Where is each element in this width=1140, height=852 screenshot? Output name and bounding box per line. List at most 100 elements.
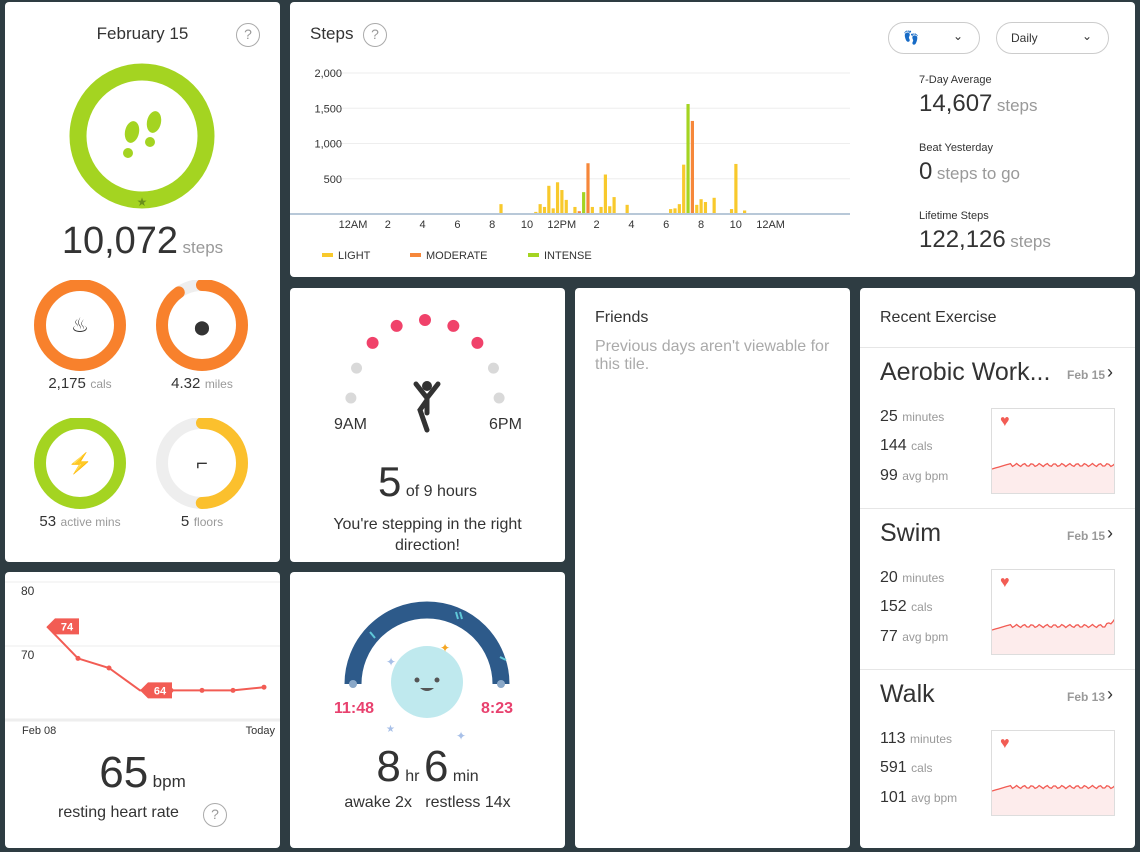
chevron-right-icon[interactable]: › <box>1107 362 1113 383</box>
stat-cals[interactable]: ♨ 2,175 cals <box>20 279 140 420</box>
sparkle-icon: ✦ <box>386 655 396 669</box>
exercise-item[interactable]: Aerobic Work... Feb 15 › 25 minutes 144 … <box>860 347 1135 508</box>
inactive-hour-dot <box>487 362 499 374</box>
chevron-down-icon: ⌄ <box>1081 29 1092 43</box>
chevron-right-icon[interactable]: › <box>1107 684 1113 705</box>
friends-message: Previous days aren't viewable for this t… <box>595 338 830 373</box>
bar-light <box>608 206 612 214</box>
bar-light <box>625 204 629 214</box>
exercise-bpm: 77 avg bpm <box>880 628 949 645</box>
help-button[interactable]: ? <box>203 803 227 827</box>
bar-light <box>573 206 577 214</box>
bar-light <box>603 174 607 214</box>
stat-floors[interactable]: ⌐ 5 floors <box>142 417 262 558</box>
heart-icon: ♥ <box>1000 574 1010 591</box>
exercise-minutes: 20 minutes <box>880 569 945 586</box>
recent-exercise-card: Recent Exercise Aerobic Work... Feb 15 ›… <box>860 288 1135 848</box>
start-hour: 9AM <box>334 416 367 433</box>
bar-light <box>590 206 594 214</box>
hours-count: 5 of 9 hours <box>378 458 477 505</box>
footprints-icon <box>123 111 162 158</box>
heart-label: resting heart rate <box>58 804 179 821</box>
heart-rate-card[interactable]: 80 70 74 64 Feb 08 Today 65 bpm resting heart… <box>5 572 280 848</box>
goal-star-icon: ★ <box>137 195 148 209</box>
y-tick-label: 500 <box>324 174 342 186</box>
y-tick-label: 2,000 <box>314 68 342 80</box>
stat-active-mins[interactable]: ⚡ 53 active mins <box>20 417 140 558</box>
heart-rate-mini-chart: ♥ <box>991 408 1116 494</box>
sparkle-icon: ✦ <box>440 641 450 655</box>
x-tick-label: 4 <box>628 219 634 231</box>
inactive-hour-dot <box>493 392 505 404</box>
exercise-cals: 144 cals <box>880 437 933 454</box>
sparkle-icon: ✦ <box>456 729 466 742</box>
exercise-item[interactable]: Walk Feb 13 › 113 minutes 591 cals 101 a… <box>860 669 1135 830</box>
x-tick-label: 6 <box>663 219 669 231</box>
inactive-hour-dot <box>351 362 363 374</box>
seven-day-average: 7-Day Average 14,607 steps <box>919 74 1038 117</box>
exercise-name: Walk <box>880 680 935 708</box>
steps-total: 10,072 steps <box>61 220 224 262</box>
flame-icon: ♨ <box>71 315 89 337</box>
x-tick-label: 8 <box>489 219 495 231</box>
location-pin-icon: ⬤ <box>194 319 210 336</box>
exercise-bpm: 101 avg bpm <box>880 789 958 806</box>
lifetime-steps: Lifetime Steps 122,126 steps <box>919 210 1051 253</box>
exercise-cals: 591 cals <box>880 759 933 776</box>
inactive-hour-dot <box>345 392 357 404</box>
x-tick-label: 6 <box>454 219 460 231</box>
x-tick-label: 12AM <box>339 219 368 231</box>
stat-ring: ⚡ <box>34 417 126 509</box>
exercise-name: Swim <box>880 519 942 547</box>
bar-light <box>560 190 564 214</box>
x-start-label: Feb 08 <box>22 725 56 737</box>
bar-light <box>499 204 503 214</box>
activity-type-dropdown[interactable]: 👣 ⌄ <box>888 22 980 54</box>
daily-summary-card: February 15 ? ★ 10,072 steps ♨ 2,175 cal… <box>5 2 280 562</box>
steps-ring[interactable]: ★ <box>62 60 222 220</box>
stat-miles[interactable]: ⬤ 4.32 miles <box>142 279 262 420</box>
resting-heart-rate: 65 bpm <box>99 748 186 797</box>
y-tick-label: 1,500 <box>314 103 342 115</box>
exercise-date: Feb 13 <box>1066 690 1105 704</box>
steps-bar-chart: 2,000 1,500 1,000 500 12AM 2 4 6 8 10 12PM 2 4 6 8 10 12… <box>290 68 850 262</box>
moon-icon <box>391 646 463 718</box>
exercise-name: Aerobic Work... <box>880 358 1051 386</box>
active-hour-dot <box>390 319 403 332</box>
legend-label: INTENSE <box>544 250 592 262</box>
help-button[interactable]: ? <box>236 23 260 47</box>
x-tick-label: 2 <box>594 219 600 231</box>
exercise-cals: 152 cals <box>880 598 933 615</box>
sleep-card[interactable]: ✦ ✦ ★ ✦ 11:48 8:23 8 hr 6 min awake 2x r… <box>290 572 565 848</box>
active-hour-dot <box>419 314 431 326</box>
help-button[interactable]: ? <box>363 23 387 47</box>
exercise-date: Feb 15 <box>1066 529 1105 543</box>
exercise-title: Recent Exercise <box>880 309 997 326</box>
exercise-minutes: 113 minutes <box>880 730 952 747</box>
friends-card[interactable]: Friends Previous days aren't viewable fo… <box>575 288 850 848</box>
active-hour-dot <box>471 336 484 349</box>
bar-light <box>599 206 603 214</box>
heart-value-label: 74 <box>61 621 74 633</box>
bar-light <box>682 164 686 214</box>
bar-light <box>712 197 716 214</box>
legend-swatch <box>322 253 333 257</box>
x-end-label: Today <box>246 725 276 737</box>
x-tick-label: 12PM <box>547 219 576 231</box>
lightning-icon: ⚡ <box>68 451 93 475</box>
bar-intense <box>582 192 586 214</box>
period-dropdown[interactable]: Daily ⌄ <box>996 22 1109 54</box>
steps-title: Steps <box>310 24 354 43</box>
exercise-bpm: 99 avg bpm <box>880 467 949 484</box>
chevron-right-icon[interactable]: › <box>1107 523 1113 544</box>
heart-rate-mini-chart: ♥ <box>991 569 1116 655</box>
active-hour-dot <box>447 319 460 332</box>
bar-light <box>699 199 703 214</box>
bar-moderate <box>690 120 694 214</box>
x-tick-label: 12AM <box>756 219 785 231</box>
bar-light <box>547 185 551 214</box>
hourly-activity-card[interactable]: 9AM 6PM 5 of 9 hours You're stepping in … <box>290 288 565 562</box>
sleep-duration: 8 hr 6 min <box>376 742 479 791</box>
exercise-item[interactable]: Swim Feb 15 › 20 minutes 152 cals 77 avg… <box>860 508 1135 669</box>
end-hour: 6PM <box>489 416 522 433</box>
